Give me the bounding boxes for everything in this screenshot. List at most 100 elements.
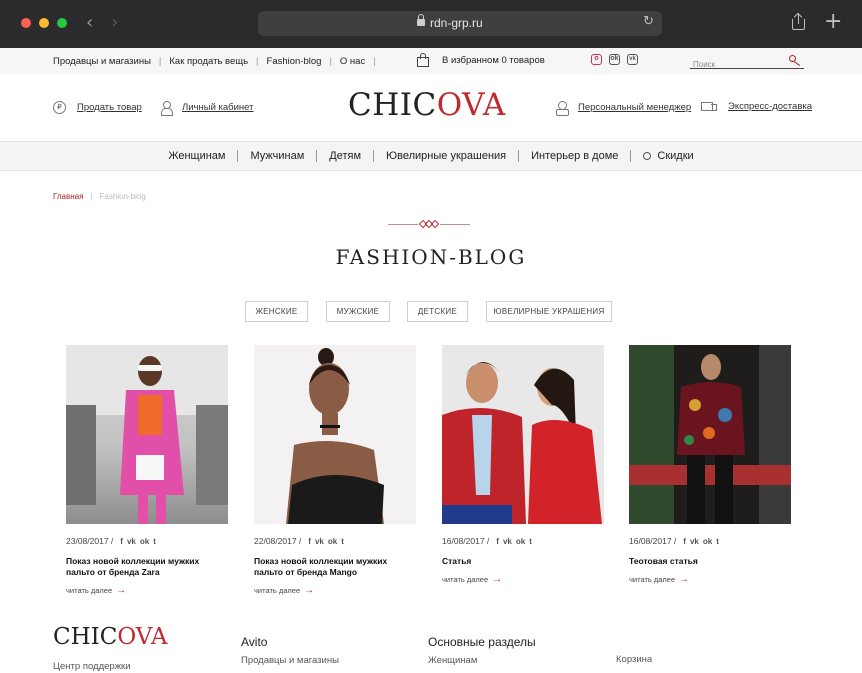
delivery-link[interactable]: Экспресс-доставка: [701, 101, 812, 112]
filter-women[interactable]: ЖЕНСКИЕ: [245, 301, 308, 322]
twitter-icon[interactable]: t: [716, 537, 719, 546]
post-title[interactable]: Показ новой коллекции мужких пальто от б…: [254, 556, 416, 578]
url-text: rdn-grp.ru: [430, 16, 483, 30]
search-icon[interactable]: [789, 55, 801, 67]
nav-women[interactable]: Женщинам: [156, 150, 237, 162]
post-date: 23/08/2017 /: [66, 536, 114, 546]
logo-part-1: CHIC: [348, 87, 437, 123]
footer-col-avito: Avito Продавцы и магазины: [241, 635, 339, 670]
vk-icon[interactable]: vk: [627, 54, 638, 65]
manager-link[interactable]: Персональный менеджер: [556, 101, 692, 116]
manager-icon: [556, 101, 569, 116]
site-logo[interactable]: CHICOVA: [348, 87, 506, 123]
vk-icon[interactable]: vk: [690, 537, 699, 546]
forward-icon[interactable]: ›: [111, 12, 118, 33]
read-more-link[interactable]: читать далее →: [629, 574, 791, 585]
read-more-label: читать далее: [254, 586, 301, 595]
favorites-count: В избранном 0 товаров: [442, 54, 545, 66]
share-icons: f vk ok t: [496, 537, 532, 546]
filter-kids[interactable]: ДЕТСКИЕ: [407, 301, 468, 322]
read-more-link[interactable]: читать далее →: [254, 585, 416, 596]
post-image[interactable]: [66, 345, 228, 524]
blog-card[interactable]: 23/08/2017 / f vk ok t Показ новой коллекци…: [66, 345, 228, 596]
new-tab-icon[interactable]: +: [824, 11, 842, 33]
close-window-button[interactable]: [21, 18, 31, 28]
link-fashion-blog[interactable]: Fashion-blog: [267, 56, 322, 67]
account-link[interactable]: Личный кабинет: [161, 101, 253, 116]
odnoklassniki-icon[interactable]: ok: [609, 54, 620, 65]
footer-link-sellers[interactable]: Продавцы и магазины: [241, 655, 339, 666]
share-icon[interactable]: [792, 12, 805, 30]
footer-link-women[interactable]: Женщинам: [428, 655, 536, 666]
minimize-window-button[interactable]: [39, 18, 49, 28]
manager-label: Персональный менеджер: [578, 102, 692, 113]
vk-icon[interactable]: vk: [503, 537, 512, 546]
footer-logo[interactable]: CHICOVA: [53, 624, 167, 650]
post-image[interactable]: [442, 345, 604, 524]
nav-interior[interactable]: Интерьер в доме: [518, 150, 630, 162]
filter-jewelry[interactable]: ЮВЕЛИРНЫЕ УКРАШЕНИЯ: [486, 301, 612, 322]
footer-support: Центр поддержки: [53, 661, 131, 673]
post-date: 22/08/2017 /: [254, 536, 302, 546]
blog-card[interactable]: 22/08/2017 / f vk ok t Показ новой коллекци…: [254, 345, 416, 596]
read-more-label: читать далее: [629, 575, 676, 584]
lock-icon: [417, 14, 425, 27]
title-ornament: [388, 219, 470, 229]
odnoklassniki-icon[interactable]: ok: [328, 537, 337, 546]
instagram-icon[interactable]: o: [591, 54, 602, 65]
nav-men[interactable]: Мужчинам: [237, 150, 316, 162]
twitter-icon[interactable]: t: [529, 537, 532, 546]
link-sellers[interactable]: Продавцы и магазины: [53, 56, 151, 67]
search-box: [690, 54, 804, 69]
post-image[interactable]: [254, 345, 416, 524]
truck-icon: [701, 101, 717, 112]
read-more-link[interactable]: читать далее →: [442, 574, 604, 585]
twitter-icon[interactable]: t: [153, 537, 156, 546]
twitter-icon[interactable]: t: [341, 537, 344, 546]
odnoklassniki-icon[interactable]: ok: [703, 537, 712, 546]
footer-link-cart[interactable]: Корзина: [616, 654, 652, 665]
arrow-right-icon: →: [679, 574, 690, 585]
read-more-link[interactable]: читать далее →: [66, 585, 228, 596]
blog-card[interactable]: 16/08/2017 / f vk ok t Статья читать далее …: [442, 345, 604, 585]
window-controls: [21, 18, 67, 28]
utility-bar: Продавцы и магазины | Как продать вещь |…: [0, 48, 862, 74]
nav-jewelry[interactable]: Ювелирные украшения: [373, 150, 518, 162]
filter-men[interactable]: МУЖСКИЕ: [326, 301, 390, 322]
odnoklassniki-icon[interactable]: ok: [140, 537, 149, 546]
footer-logo-part-2: OVA: [117, 624, 168, 650]
sell-link[interactable]: ₽ Продать товар: [53, 101, 142, 114]
post-title[interactable]: Показ новой коллекции мужких пальто от б…: [66, 556, 228, 578]
address-bar[interactable]: rdn-grp.ru ↻: [258, 11, 662, 36]
odnoklassniki-icon[interactable]: ok: [516, 537, 525, 546]
footer-support-link[interactable]: Центр поддержки: [53, 661, 131, 672]
couple-photo: [442, 361, 602, 524]
post-title[interactable]: Теотовая статья: [629, 556, 791, 567]
search-input[interactable]: [690, 60, 780, 69]
vk-icon[interactable]: vk: [315, 537, 324, 546]
facebook-icon[interactable]: f: [120, 537, 123, 546]
blog-card[interactable]: 16/08/2017 / f vk ok t Теотовая статья чита…: [629, 345, 791, 585]
link-how-to-sell[interactable]: Как продать вещь: [169, 56, 248, 67]
nav-sale[interactable]: Скидки: [630, 150, 705, 162]
vk-icon[interactable]: vk: [127, 537, 136, 546]
runway-photo: [66, 345, 228, 524]
link-about[interactable]: О нас: [340, 56, 365, 67]
browser-toolbar: ‹ › rdn-grp.ru ↻ +: [0, 0, 862, 48]
back-icon[interactable]: ‹: [86, 12, 93, 33]
share-icons: f vk ok t: [120, 537, 156, 546]
post-meta: 22/08/2017 / f vk ok t: [254, 536, 416, 546]
facebook-icon[interactable]: f: [683, 537, 686, 546]
reload-icon[interactable]: ↻: [643, 14, 654, 29]
facebook-icon[interactable]: f: [308, 537, 311, 546]
post-date: 16/08/2017 /: [442, 536, 490, 546]
zoom-window-button[interactable]: [57, 18, 67, 28]
post-title[interactable]: Статья: [442, 556, 604, 567]
footer-col-account: Корзина: [616, 654, 652, 669]
favorites-link[interactable]: В избранном 0 товаров: [416, 53, 545, 67]
nav-kids[interactable]: Детям: [316, 150, 373, 162]
post-meta: 23/08/2017 / f vk ok t: [66, 536, 228, 546]
facebook-icon[interactable]: f: [496, 537, 499, 546]
post-image[interactable]: [629, 345, 791, 524]
breadcrumb-home[interactable]: Главная: [53, 192, 83, 201]
